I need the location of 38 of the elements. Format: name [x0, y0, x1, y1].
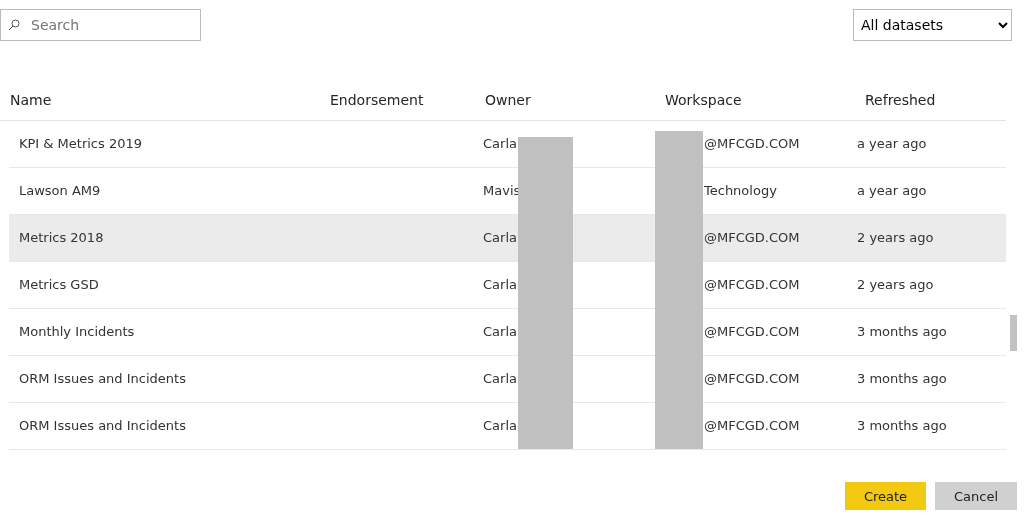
refreshed-cell: a year ago [857, 183, 927, 198]
workspace-cell: @MFCGD.COM [704, 371, 800, 386]
dataset-filter-dropdown[interactable]: All datasets [853, 9, 1012, 41]
workspace-cell: @MFCGD.COM [704, 230, 800, 245]
refreshed-cell: 3 months ago [857, 371, 947, 386]
table-row[interactable]: Metrics 2018 Carla @MFCGD.COM 2 years ago [9, 215, 1006, 262]
owner-cell: Carla [483, 277, 517, 292]
search-field[interactable]: Search [0, 9, 201, 41]
workspace-cell: @MFCGD.COM [704, 418, 800, 433]
dataset-name: Metrics GSD [19, 277, 99, 292]
workspace-cell: @MFCGD.COM [704, 136, 800, 151]
dataset-name: Monthly Incidents [19, 324, 135, 339]
cancel-button[interactable]: Cancel [935, 482, 1017, 510]
refreshed-cell: 2 years ago [857, 277, 934, 292]
column-header[interactable]: Owner [485, 92, 531, 108]
owner-cell: Carla [483, 324, 517, 339]
dataset-name: ORM Issues and Incidents [19, 418, 186, 433]
column-header[interactable]: Endorsement [330, 92, 424, 108]
owner-cell: Carla [483, 230, 517, 245]
scrollbar-thumb[interactable] [1010, 315, 1017, 351]
owner-cell: Carla [483, 136, 517, 151]
dataset-name: Lawson AM9 [19, 183, 101, 198]
workspace-cell: Technology [704, 183, 777, 198]
dataset-name: KPI & Metrics 2019 [19, 136, 142, 151]
refreshed-cell: 3 months ago [857, 324, 947, 339]
refreshed-cell: a year ago [857, 136, 927, 151]
owner-cell: Carla [483, 418, 517, 433]
refreshed-cell: 2 years ago [857, 230, 934, 245]
column-header[interactable]: Refreshed [865, 92, 936, 108]
refreshed-cell: 3 months ago [857, 418, 947, 433]
owner-cell: Carla [483, 371, 517, 386]
dataset-name: ORM Issues and Incidents [19, 371, 186, 386]
column-header[interactable]: Workspace [665, 92, 742, 108]
dataset-name: Metrics 2018 [19, 230, 104, 245]
workspace-cell: @MFCGD.COM [704, 277, 800, 292]
create-button[interactable]: Create [845, 482, 926, 510]
column-header[interactable]: Name [10, 92, 52, 108]
workspace-cell: @MFCGD.COM [704, 324, 800, 339]
